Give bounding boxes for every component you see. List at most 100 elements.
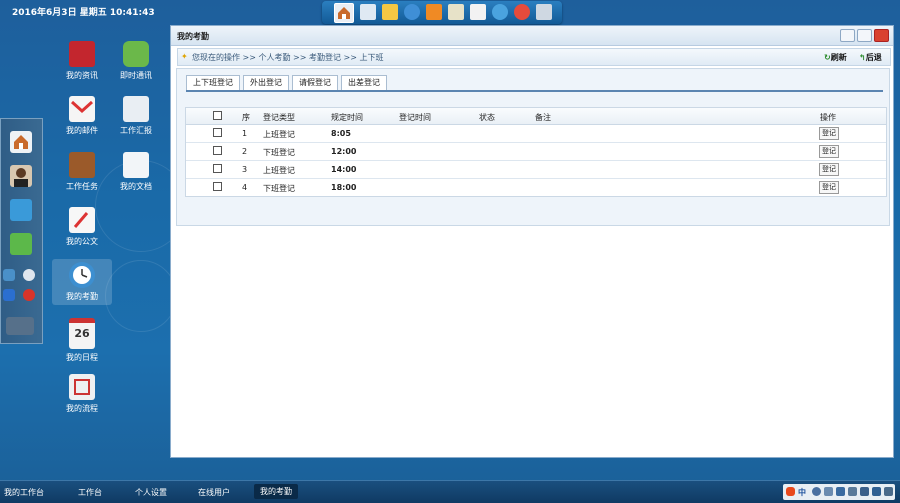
background-swirl: [105, 260, 177, 332]
calendar-icon[interactable]: [470, 4, 486, 20]
calendar-day: 26: [74, 327, 90, 340]
row-seq: 4: [242, 183, 248, 192]
wrench-icon[interactable]: [884, 487, 893, 496]
close-icon[interactable]: [23, 289, 35, 301]
tab-outing[interactable]: 外出登记: [243, 75, 289, 91]
desktop-item-label: 我的资讯: [66, 71, 98, 80]
desktop-icon[interactable]: [360, 4, 376, 20]
row-checkbox[interactable]: [213, 146, 222, 155]
close-window-button[interactable]: [874, 29, 889, 42]
shortcut-icon[interactable]: [6, 317, 34, 335]
globe-icon[interactable]: [492, 4, 508, 20]
home-icon[interactable]: [334, 3, 354, 23]
register-button[interactable]: 登记: [819, 163, 839, 176]
minimize-button[interactable]: [840, 29, 855, 42]
mail-icon[interactable]: [382, 4, 398, 20]
desktop-item-task[interactable]: 工作任务: [52, 152, 112, 192]
refresh-icon[interactable]: [10, 233, 32, 255]
desktop-item-label: 我的日程: [66, 353, 98, 362]
row-planned: 18:00: [331, 183, 357, 192]
desktop-item-document[interactable]: 我的文档: [106, 152, 166, 192]
report-icon: [123, 96, 149, 122]
table-row: 4 下班登记 18:00 登记: [186, 179, 886, 196]
taskbar: 我的工作台 工作台 个人设置 在线用户 我的考勤 中: [0, 480, 900, 503]
desktop-item-label: 工作汇报: [120, 126, 152, 135]
row-checkbox[interactable]: [213, 182, 222, 191]
col-note: 备注: [535, 113, 551, 122]
browser-icon[interactable]: [404, 4, 420, 20]
row-planned: 8:05: [331, 129, 351, 138]
home-icon[interactable]: [10, 131, 32, 153]
col-reg-time: 登记时间: [399, 113, 431, 122]
grid-icon[interactable]: [536, 4, 552, 20]
phone-icon[interactable]: [23, 269, 35, 281]
window-title-bar: 我的考勤: [171, 26, 893, 46]
windows-icon[interactable]: [3, 289, 15, 301]
window-title: 我的考勤: [177, 32, 209, 41]
register-button[interactable]: 登记: [819, 181, 839, 194]
col-seq: 序: [242, 113, 250, 122]
register-button[interactable]: 登记: [819, 127, 839, 140]
back-icon: ↰: [859, 53, 866, 62]
col-status: 状态: [479, 113, 495, 122]
content-panel: 上下班登记 外出登记 请假登记 出差登记 序 登记类型 规定时间 登记时间 状态…: [176, 68, 890, 226]
refresh-button[interactable]: ↻刷新: [824, 52, 847, 63]
row-type: 下班登记: [263, 148, 295, 157]
taskbar-online-users[interactable]: 在线用户: [198, 487, 230, 498]
desktop-item-attendance[interactable]: 我的考勤: [52, 259, 112, 305]
select-all-checkbox[interactable]: [213, 111, 222, 120]
user-avatar-icon[interactable]: [10, 165, 32, 187]
desktop-item-label: 我的文档: [120, 182, 152, 191]
desktop-item-mail[interactable]: 我的邮件: [52, 96, 112, 136]
maximize-button[interactable]: [857, 29, 872, 42]
shirt-icon[interactable]: [872, 487, 881, 496]
back-button[interactable]: ↰后退: [859, 52, 882, 63]
punctuation-icon[interactable]: [824, 487, 833, 496]
ime-mode[interactable]: 中: [798, 487, 806, 498]
user-icon[interactable]: [860, 487, 869, 496]
row-checkbox[interactable]: [213, 164, 222, 173]
im-icon: [123, 41, 149, 67]
desktop-item-im[interactable]: 即时通讯: [106, 41, 166, 81]
moon-icon[interactable]: [812, 487, 821, 496]
note-icon[interactable]: [448, 4, 464, 20]
monitor-icon[interactable]: [3, 269, 15, 281]
col-op: 操作: [820, 113, 836, 122]
row-type: 上班登记: [263, 166, 295, 175]
breadcrumb-text: 您现在的操作 >> 个人考勤 >> 考勤登记 >> 上下班: [192, 53, 384, 62]
keyboard-icon[interactable]: [836, 487, 845, 496]
desktop-item-workflow[interactable]: 我的流程: [52, 374, 112, 414]
tab-checkin[interactable]: 上下班登记: [186, 75, 240, 91]
row-checkbox[interactable]: [213, 128, 222, 137]
group-icon[interactable]: [10, 199, 32, 221]
table-header: 序 登记类型 规定时间 登记时间 状态 备注 操作: [186, 108, 886, 125]
desktop-item-news[interactable]: 我的资讯: [52, 41, 112, 81]
top-bar: 2016年6月3日 星期五 10:41:43: [0, 0, 900, 24]
desktop-item-report[interactable]: 工作汇报: [106, 96, 166, 136]
taskbar-personal-settings[interactable]: 个人设置: [135, 487, 167, 498]
desktop-item-official-doc[interactable]: 我的公文: [52, 207, 112, 247]
taskbar-my-workbench[interactable]: 我的工作台: [4, 487, 44, 498]
star-icon: ✦: [181, 52, 188, 61]
rss-icon[interactable]: [426, 4, 442, 20]
attendance-table: 序 登记类型 规定时间 登记时间 状态 备注 操作 1 上班登记 8:05 登记…: [185, 107, 887, 197]
row-planned: 14:00: [331, 165, 357, 174]
row-seq: 3: [242, 165, 248, 174]
sogou-icon[interactable]: [786, 487, 795, 496]
attendance-window: 我的考勤 ✦ 您现在的操作 >> 个人考勤 >> 考勤登记 >> 上下班 ↻刷新…: [170, 25, 894, 458]
tab-underline: [186, 90, 883, 92]
left-sidebar: [0, 118, 43, 344]
voice-icon[interactable]: [848, 487, 857, 496]
desktop-item-label: 我的邮件: [66, 126, 98, 135]
clock-text: 2016年6月3日 星期五 10:41:43: [12, 8, 155, 18]
tab-leave[interactable]: 请假登记: [292, 75, 338, 91]
briefcase-icon: [69, 152, 95, 178]
taskbar-attendance[interactable]: 我的考勤: [254, 484, 298, 499]
quick-launch-bar: [322, 1, 562, 24]
tab-business-trip[interactable]: 出差登记: [341, 75, 387, 91]
register-button[interactable]: 登记: [819, 145, 839, 158]
desktop-item-schedule[interactable]: 26 我的日程: [52, 318, 112, 363]
lifebuoy-icon[interactable]: [514, 4, 530, 20]
row-planned: 12:00: [331, 147, 357, 156]
taskbar-workbench[interactable]: 工作台: [78, 487, 102, 498]
